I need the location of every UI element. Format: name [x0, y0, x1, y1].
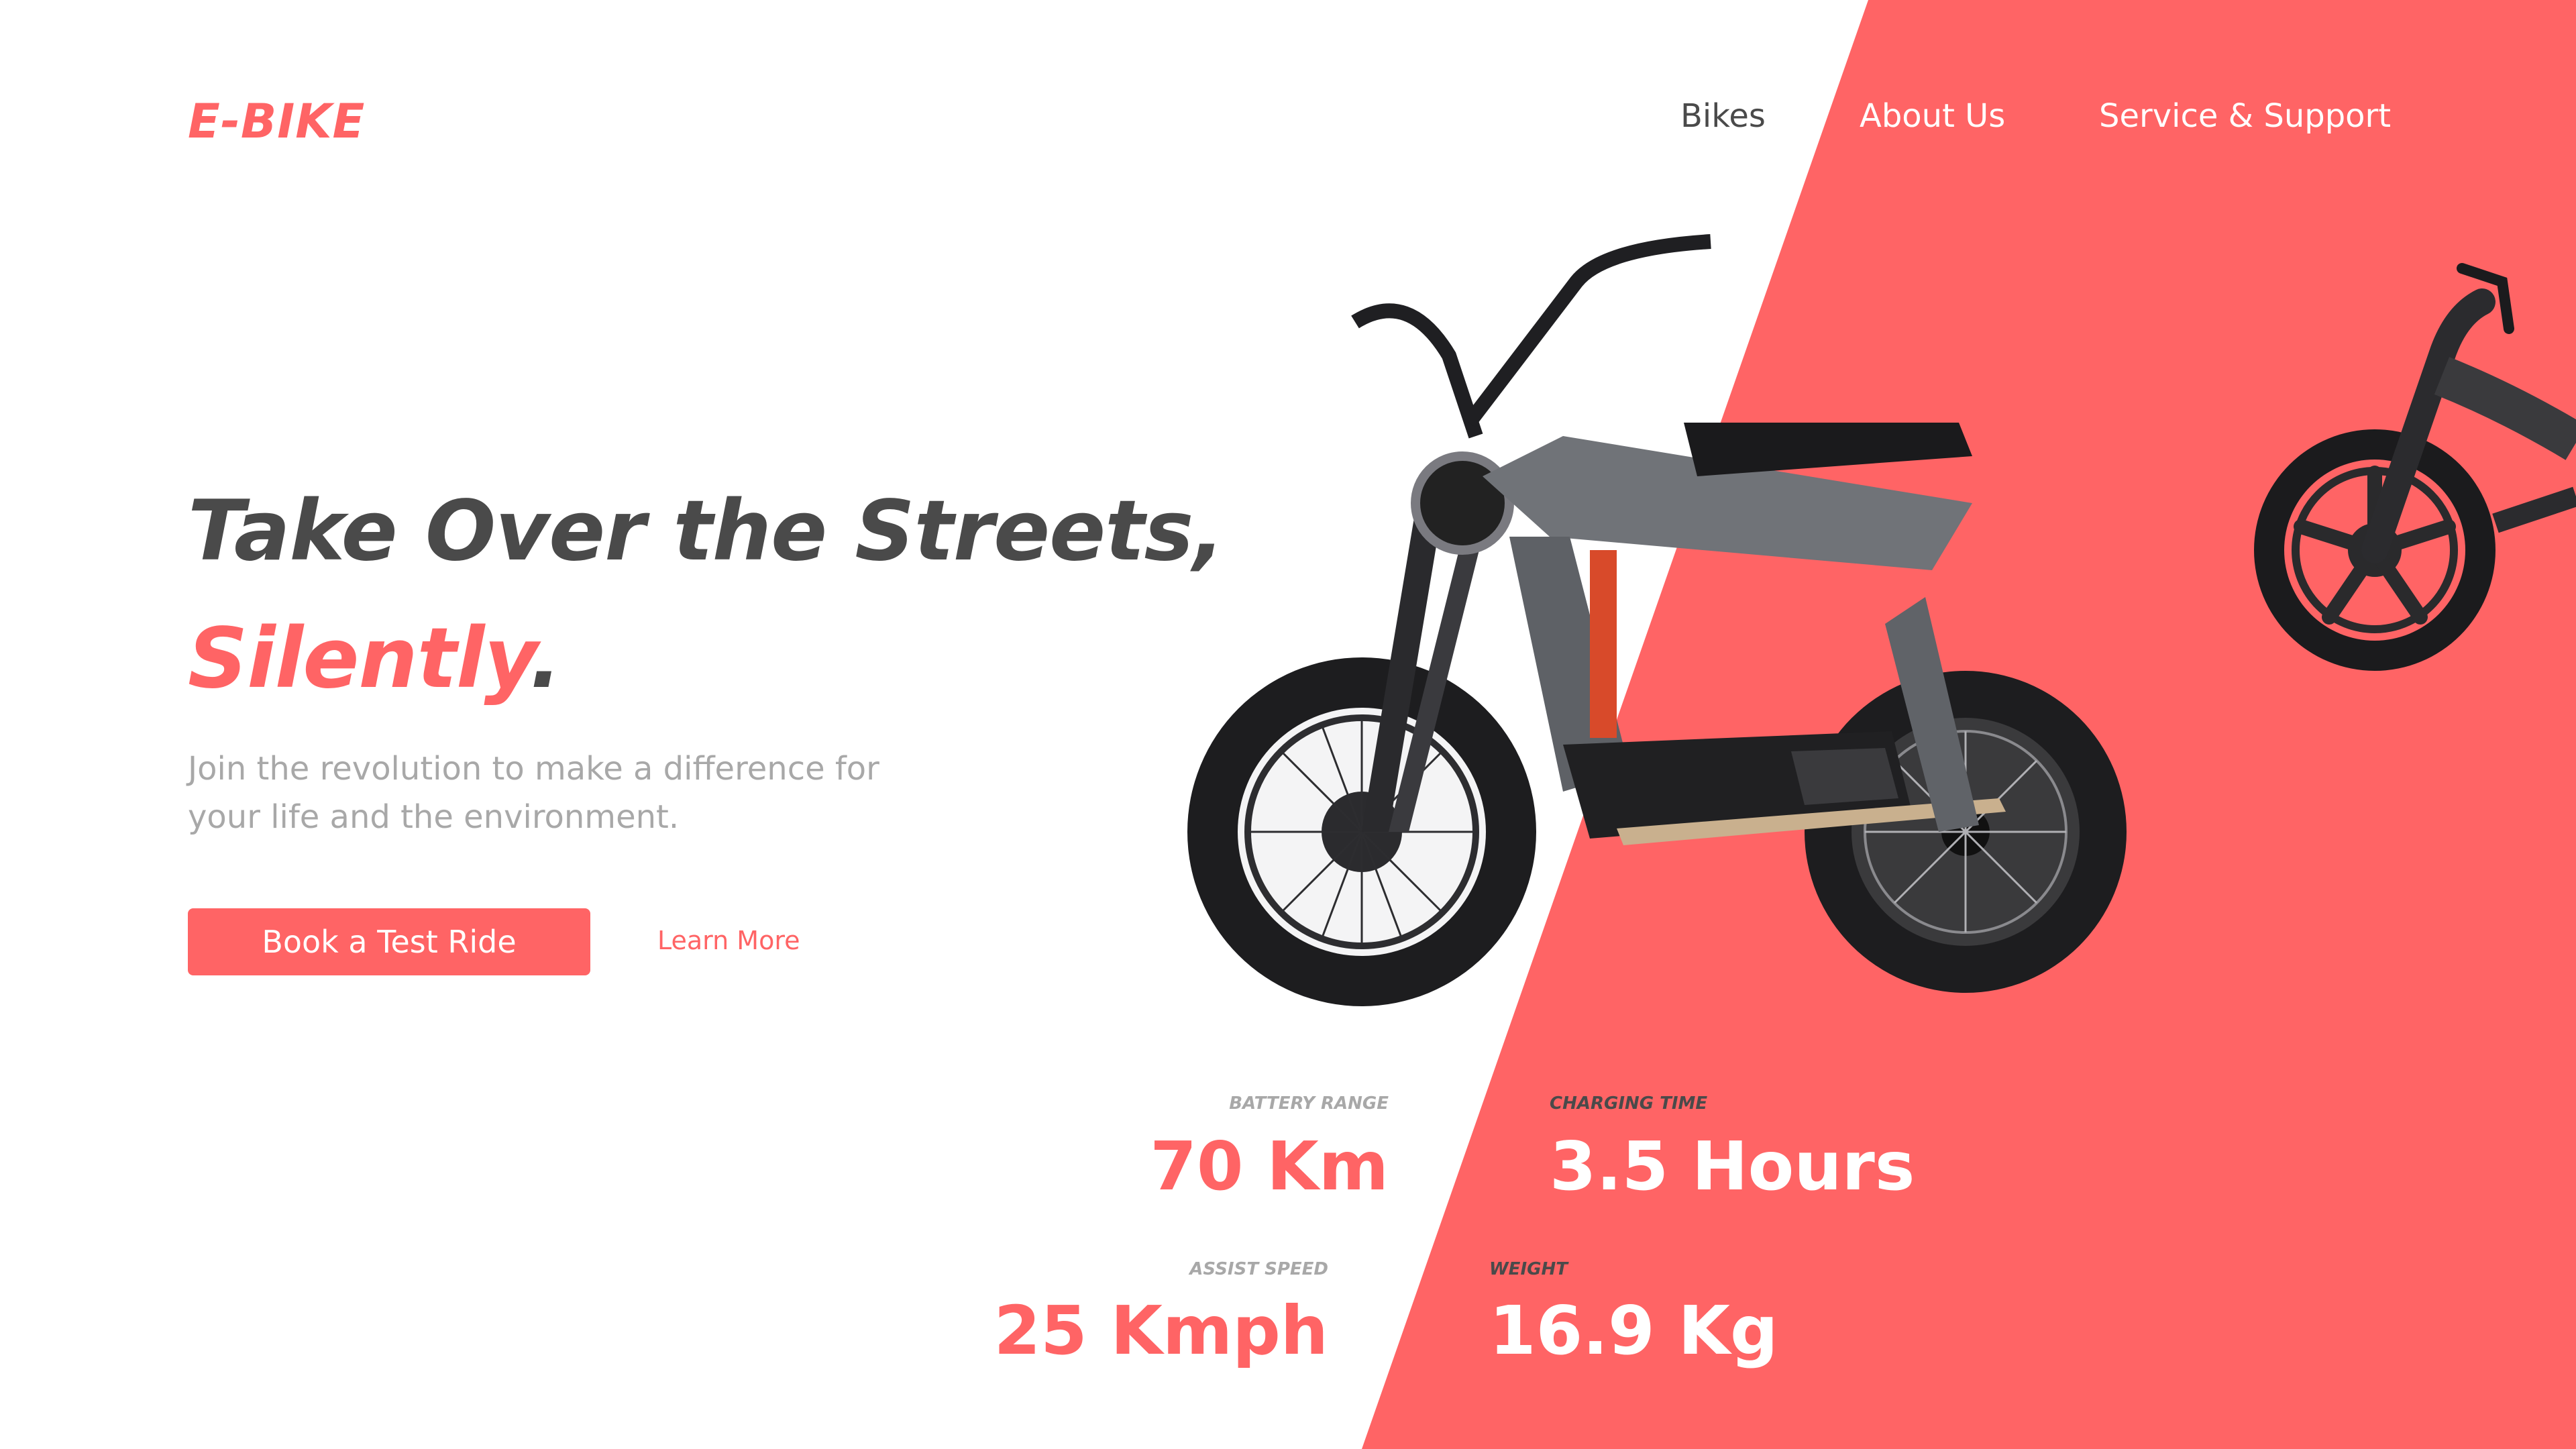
- electric-bicycle-icon: [2254, 263, 2576, 671]
- hero-subtext-line1: Join the revolution to make a difference…: [188, 750, 879, 788]
- learn-more-link[interactable]: Learn More: [657, 926, 800, 955]
- spec-value-weight: 16.9 Kg: [1489, 1291, 1778, 1370]
- nav-item-about-us[interactable]: About Us: [1860, 97, 2005, 135]
- spec-value-charging-time: 3.5 Hours: [1550, 1127, 1915, 1205]
- brand-logo[interactable]: E-BIKE: [188, 94, 365, 149]
- spec-value-assist-speed: 25 Kmph: [994, 1291, 1328, 1370]
- nav-item-service-support[interactable]: Service & Support: [2099, 97, 2391, 135]
- hero-headline-highlight-word: Silently: [188, 610, 531, 707]
- spec-label-assist-speed: ASSIST SPEED: [1189, 1259, 1328, 1279]
- hero-headline-highlight: Silently.: [188, 610, 561, 707]
- spec-label-charging-time: CHARGING TIME: [1550, 1093, 1708, 1114]
- electric-moto-bike-icon: [1187, 234, 2127, 1006]
- hero-headline: Take Over the Streets,: [188, 483, 1224, 580]
- book-test-ride-button[interactable]: Book a Test Ride: [188, 908, 590, 975]
- spec-label-weight: WEIGHT: [1489, 1259, 1568, 1279]
- spec-label-battery-range: BATTERY RANGE: [1229, 1093, 1389, 1114]
- hero-subtext-line2: your life and the environment.: [188, 798, 680, 836]
- spec-value-battery-range: 70 Km: [1150, 1127, 1389, 1205]
- nav-item-bikes[interactable]: Bikes: [1680, 97, 1766, 135]
- hero-headline-period: .: [529, 610, 561, 707]
